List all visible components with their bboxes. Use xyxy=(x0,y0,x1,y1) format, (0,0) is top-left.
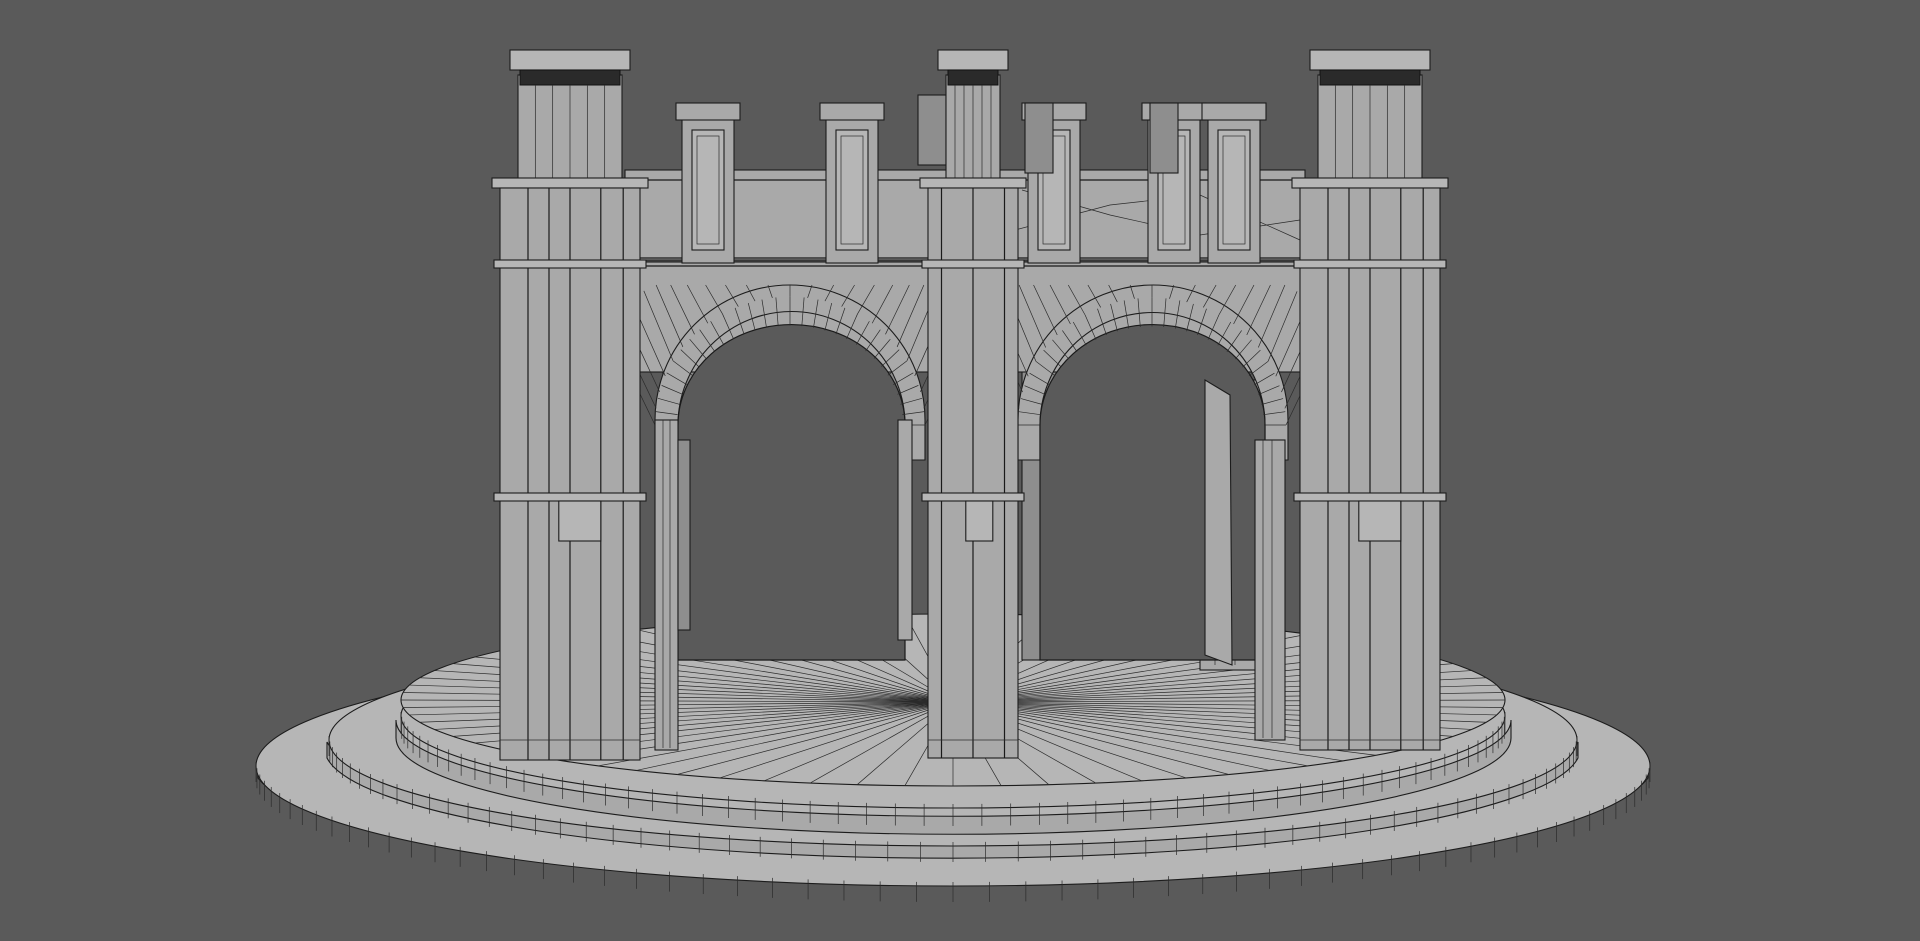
merlon-1 xyxy=(675,102,741,264)
back-merlon-3 xyxy=(1149,102,1179,174)
left-arch-jamb-r xyxy=(897,419,913,641)
back-merlon-2 xyxy=(1024,102,1054,174)
merlon-2 xyxy=(819,102,885,264)
merlon-5 xyxy=(1201,102,1267,264)
left-arch-opening xyxy=(677,324,906,661)
pillar-right xyxy=(1291,49,1449,751)
right-arch-jamb-r xyxy=(1254,439,1286,741)
left-arch-jamb-l xyxy=(654,419,679,751)
model-render xyxy=(255,49,1651,902)
main-pillars xyxy=(491,49,1449,761)
pillar-left xyxy=(491,49,649,761)
back-merlon-4 xyxy=(917,94,947,166)
3d-viewport[interactable] xyxy=(0,0,1920,941)
